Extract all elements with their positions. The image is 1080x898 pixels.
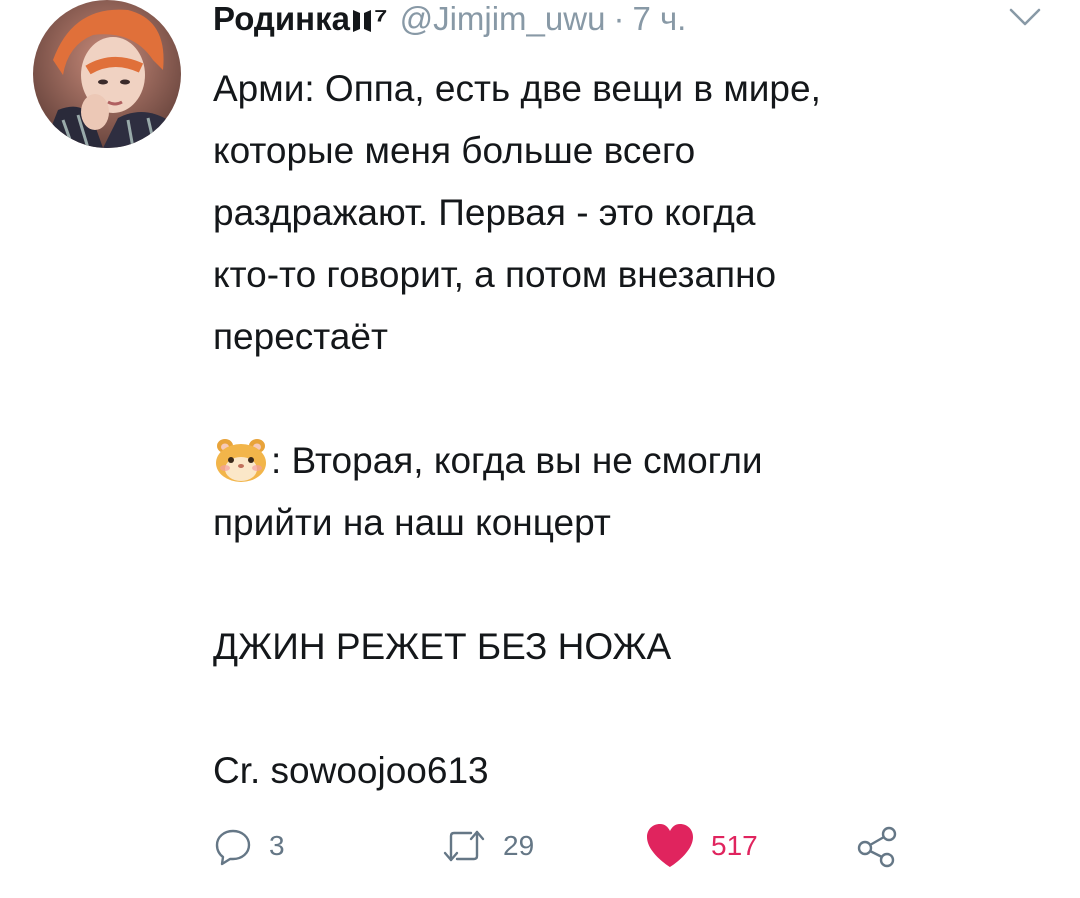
tweet-line: прийти на наш концерт	[213, 502, 611, 543]
tweet-line-text: : Вторая, когда вы не смогли	[271, 440, 763, 481]
tweet-time[interactable]: 7 ч.	[632, 0, 686, 38]
meta-separator: ·	[613, 0, 625, 37]
tweet-line: Cr. sowoojoo613	[213, 750, 489, 791]
share-icon	[857, 826, 897, 868]
like-count: 517	[711, 830, 758, 861]
tweet-header: Родинка ⁷ @Jimjim_uwu · 7 ч.	[213, 0, 686, 40]
display-name[interactable]: Родинка ⁷	[213, 0, 388, 38]
tweet-handle[interactable]: @Jimjim_uwu	[400, 0, 606, 38]
heart-icon	[647, 824, 693, 867]
avatar-photo	[33, 0, 181, 148]
tweet-text: Арми: Оппа, есть две вещи в мире, которы…	[213, 58, 1043, 802]
reply-count: 3	[269, 830, 285, 861]
hamster-face-emoji-icon	[216, 439, 266, 482]
tweet-line: раздражают. Первая - это когда	[213, 192, 756, 233]
reply-button[interactable]: 3	[213, 822, 285, 870]
tweet-line: перестаёт	[213, 316, 388, 357]
retweet-button[interactable]: 29	[441, 822, 534, 870]
like-button[interactable]: 517	[645, 822, 758, 870]
retweet-count: 29	[503, 830, 535, 861]
reply-icon	[215, 829, 251, 866]
tweet[interactable]: Родинка ⁷ @Jimjim_uwu · 7 ч. Арми: Оппа, …	[0, 0, 1080, 898]
share-button[interactable]	[855, 822, 899, 870]
tweet-line: кто-то говорит, а потом внезапно	[213, 254, 777, 295]
tweet-line: Арми: Оппа, есть две вещи в мире,	[213, 68, 821, 109]
avatar[interactable]	[33, 0, 181, 148]
more-options-button[interactable]	[1005, 4, 1045, 30]
tweet-line: которые меня больше всего	[213, 130, 696, 171]
retweet-icon	[443, 830, 485, 862]
tweet-actions: 3 29 517	[213, 822, 933, 870]
tweet-line: ДЖИН РЕЖЕТ БЕЗ НОЖА	[213, 626, 672, 667]
chevron-down-icon	[1009, 8, 1041, 26]
bts-logo-icon	[352, 10, 371, 32]
tweet-line: : Вторая, когда вы не смогли	[213, 430, 1043, 492]
